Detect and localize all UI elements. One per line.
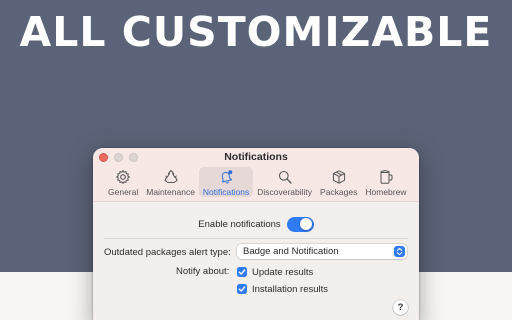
magnifier-icon bbox=[278, 170, 292, 184]
settings-window: Notifications General Maintenance Notifi… bbox=[93, 148, 419, 320]
installation-results-label: Installation results bbox=[252, 283, 329, 295]
tab-label: Notifications bbox=[202, 187, 250, 197]
installation-results-checkbox[interactable] bbox=[237, 284, 247, 294]
tab-label: Homebrew bbox=[365, 187, 407, 197]
tab-label: Discoverability bbox=[257, 187, 313, 197]
update-results-option[interactable]: Update results bbox=[237, 266, 313, 278]
tab-general[interactable]: General bbox=[104, 167, 142, 197]
box-icon bbox=[332, 170, 345, 184]
alert-type-value: Badge and Notification bbox=[243, 246, 339, 257]
bell-icon bbox=[221, 170, 233, 184]
tab-discoverability[interactable]: Discoverability bbox=[253, 167, 316, 197]
divider bbox=[104, 238, 408, 239]
chevron-updown-icon bbox=[394, 246, 405, 257]
alert-type-label: Outdated packages alert type: bbox=[104, 246, 231, 258]
tab-packages[interactable]: Packages bbox=[316, 167, 361, 197]
tab-label: General bbox=[108, 187, 139, 197]
preferences-tabs: General Maintenance Notifications Discov… bbox=[104, 167, 410, 199]
mug-icon bbox=[380, 170, 393, 184]
enable-notifications-toggle[interactable] bbox=[286, 216, 314, 232]
enable-notifications-label: Enable notifications bbox=[198, 218, 281, 230]
update-results-label: Update results bbox=[252, 266, 314, 278]
tab-maintenance[interactable]: Maintenance bbox=[142, 167, 199, 197]
recycle-icon bbox=[164, 169, 178, 183]
enable-notifications-row: Enable notifications bbox=[93, 214, 419, 234]
update-results-checkbox[interactable] bbox=[237, 267, 247, 277]
tab-label: Maintenance bbox=[146, 187, 195, 197]
tab-homebrew[interactable]: Homebrew bbox=[361, 167, 410, 197]
checkmark-icon bbox=[238, 269, 246, 275]
toggle-knob bbox=[300, 218, 313, 230]
tab-notifications[interactable]: Notifications bbox=[198, 167, 254, 197]
headline: ALL CUSTOMIZABLE bbox=[19, 8, 493, 56]
notify-about-label: Notify about: bbox=[176, 266, 230, 277]
installation-results-option[interactable]: Installation results bbox=[237, 283, 328, 295]
gear-icon bbox=[116, 170, 131, 184]
help-button[interactable]: ? bbox=[393, 300, 408, 315]
window-title: Notifications bbox=[224, 151, 288, 163]
window-toolbar: Notifications General Maintenance Notifi… bbox=[93, 148, 419, 202]
alert-type-select[interactable]: Badge and Notification bbox=[237, 244, 407, 259]
tab-label: Packages bbox=[320, 187, 358, 197]
checkmark-icon bbox=[238, 286, 246, 292]
